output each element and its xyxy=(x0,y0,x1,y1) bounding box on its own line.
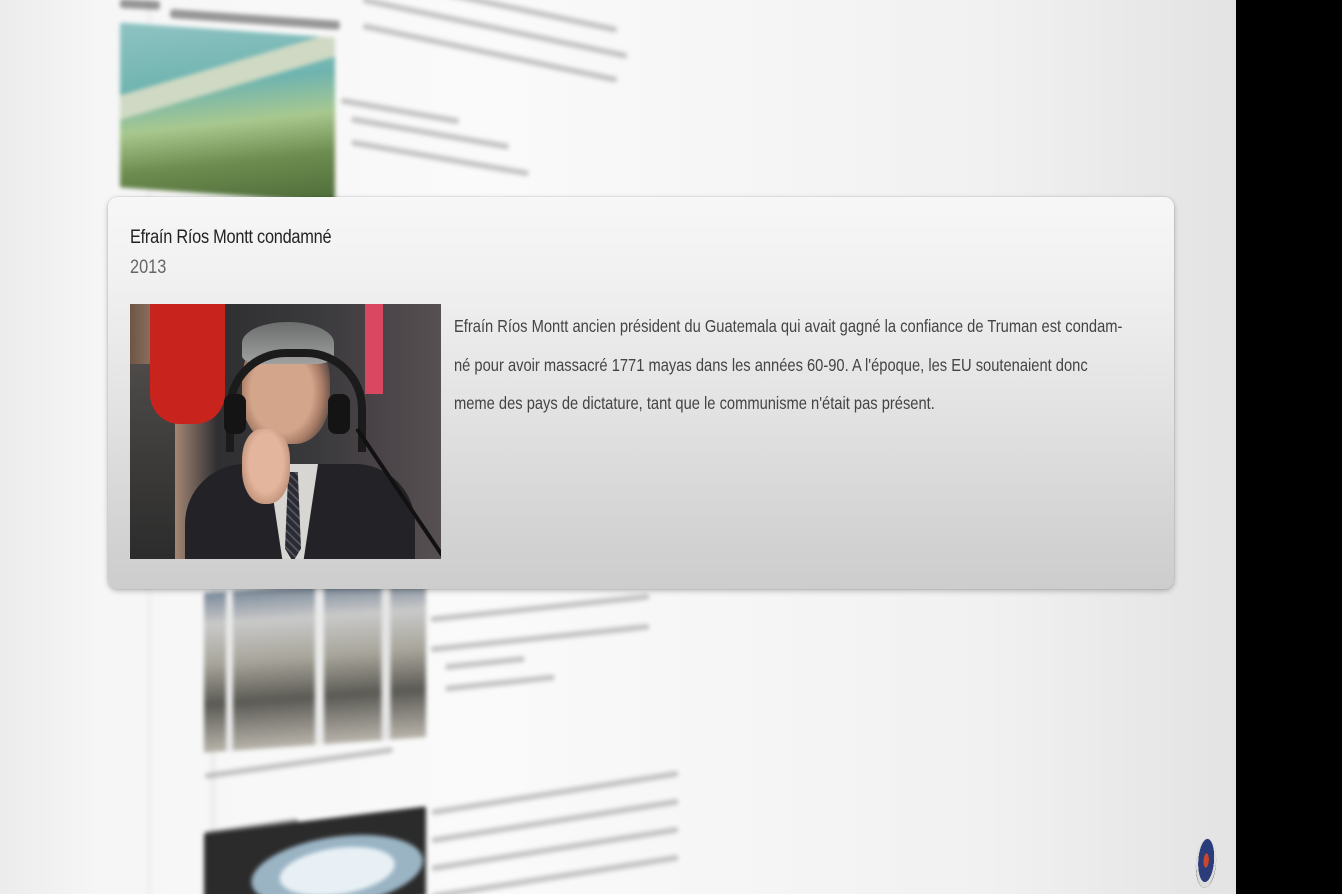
event-title: Efraín Ríos Montt condamné xyxy=(130,227,332,248)
bg-text-line xyxy=(444,655,526,671)
bg-thumbnail-bottom xyxy=(204,806,426,894)
bg-text-line xyxy=(444,674,556,692)
event-popup-card[interactable]: Efraín Ríos Montt condamné 2013 Efraín R… xyxy=(108,197,1174,589)
bg-thumbnail-crowd xyxy=(204,577,426,753)
bg-text-line xyxy=(204,746,394,780)
photo-earcup-left xyxy=(224,394,246,434)
bg-text-line xyxy=(430,593,650,623)
event-description: Efraín Ríos Montt ancien président du Gu… xyxy=(454,307,1154,423)
bg-text-line xyxy=(430,623,650,653)
screen-edge xyxy=(1236,0,1342,894)
photo-pink-tie xyxy=(365,304,383,394)
event-date: 2013 xyxy=(130,257,167,278)
photo-pointing-hand xyxy=(242,429,290,504)
timeline-page: Efraín Ríos Montt condamné 2013 Efraín R… xyxy=(0,0,1236,894)
photo-earcup-right xyxy=(328,394,350,434)
bg-thumbnail-dam xyxy=(120,22,335,203)
description-line: Efraín Ríos Montt ancien président du Gu… xyxy=(454,316,1123,336)
photo-red-shirt xyxy=(150,304,225,424)
description-line: meme des pays de dictature, tant que le … xyxy=(454,393,935,413)
bg-heading xyxy=(119,0,161,11)
event-photo[interactable] xyxy=(130,304,441,559)
description-line: né pour avoir massacré 1771 mayas dans l… xyxy=(454,354,1088,375)
bg-text-line xyxy=(362,23,618,83)
